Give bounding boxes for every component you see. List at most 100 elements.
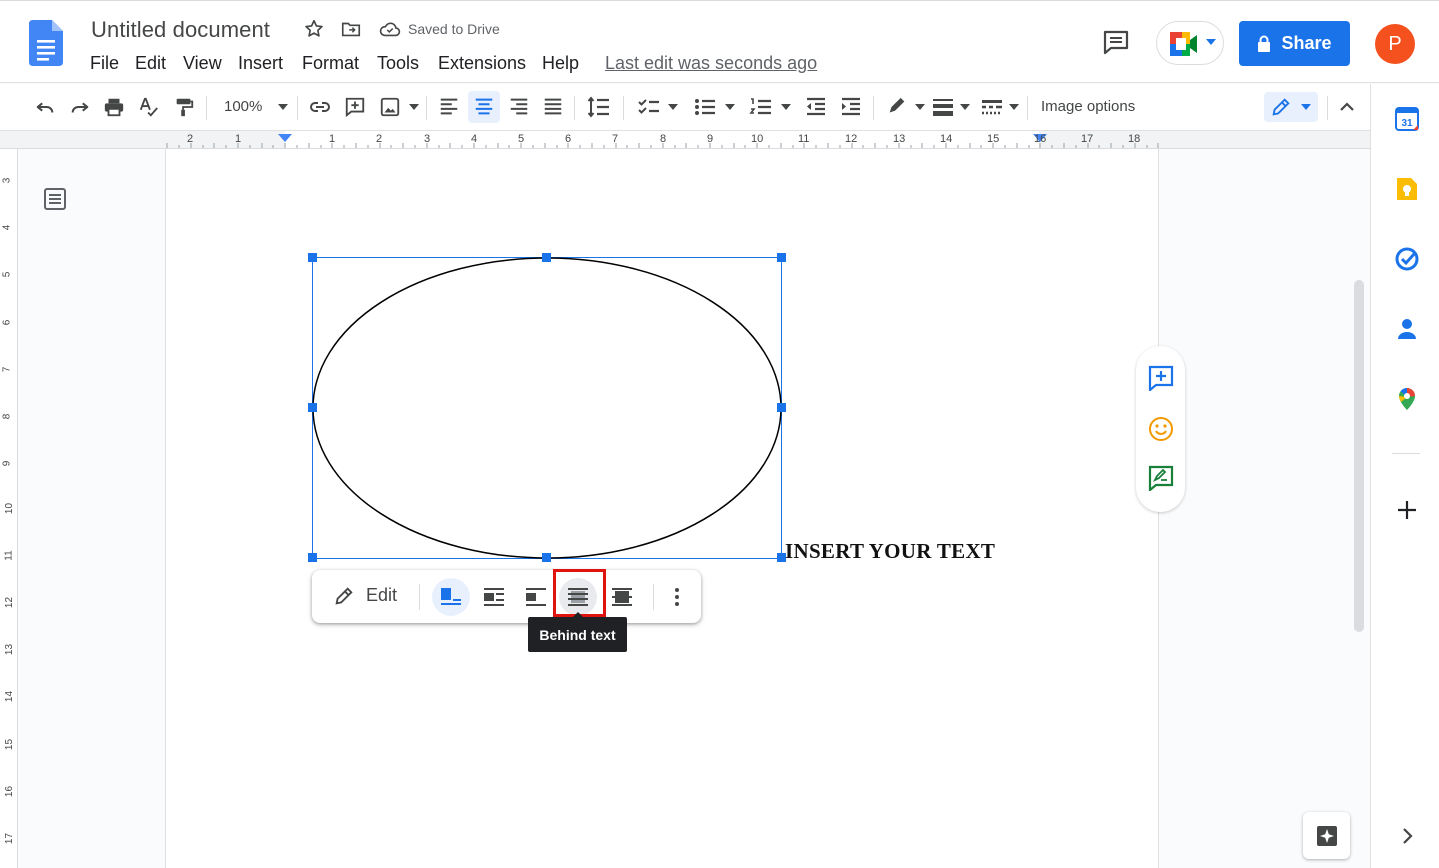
more-options-icon[interactable] — [670, 586, 684, 608]
border-weight-dropdown-icon[interactable] — [952, 94, 978, 120]
zoom-dropdown-icon[interactable] — [270, 94, 296, 120]
ruler-number: 1 — [329, 133, 336, 145]
wrap-inline-button[interactable] — [432, 578, 470, 616]
expand-panel-icon[interactable] — [1394, 823, 1420, 849]
numbered-dropdown-icon[interactable] — [773, 94, 799, 120]
emoji-reaction-icon[interactable] — [1148, 416, 1174, 442]
checklist-icon[interactable] — [636, 94, 662, 120]
menu-insert[interactable]: Insert — [238, 53, 283, 74]
menu-edit[interactable]: Edit — [135, 53, 166, 74]
ruler-number: 18 — [1128, 133, 1141, 145]
star-icon[interactable] — [303, 18, 325, 40]
toolbar-divider — [419, 584, 420, 610]
ruler-number: 5 — [1, 271, 13, 278]
paint-format-icon[interactable] — [171, 94, 197, 120]
toolbar-divider — [574, 96, 575, 120]
collapse-menus-icon[interactable] — [1334, 94, 1360, 120]
menu-file[interactable]: File — [90, 53, 119, 74]
share-button[interactable]: Share — [1239, 21, 1350, 66]
line-spacing-icon[interactable] — [586, 94, 612, 120]
ruler-number: 6 — [1, 319, 13, 326]
border-dash-dropdown-icon[interactable] — [1001, 94, 1027, 120]
insert-image-icon[interactable] — [377, 94, 403, 120]
contacts-icon[interactable] — [1394, 316, 1420, 342]
menu-extensions[interactable]: Extensions — [438, 53, 526, 74]
menu-help[interactable]: Help — [542, 53, 579, 74]
last-edit-link[interactable]: Last edit was seconds ago — [605, 53, 817, 74]
ruler-number: 13 — [4, 643, 16, 656]
document-outline-icon[interactable] — [42, 186, 68, 212]
pencil-icon — [1270, 96, 1292, 118]
ruler-number: 5 — [518, 133, 525, 145]
meet-dropdown-icon — [1206, 39, 1216, 45]
cloud-saved-icon[interactable] — [379, 20, 401, 38]
image-options-button[interactable]: Image options — [1041, 98, 1135, 115]
break-text-icon[interactable] — [526, 588, 546, 606]
ruler-number: 10 — [4, 502, 16, 515]
toolbar-divider — [873, 96, 874, 120]
toolbar-divider — [623, 96, 624, 120]
tasks-icon[interactable] — [1394, 246, 1420, 272]
maps-icon[interactable] — [1394, 386, 1420, 412]
spellcheck-icon[interactable] — [136, 94, 162, 120]
increase-indent-icon[interactable] — [838, 94, 864, 120]
tooltip: Behind text — [528, 617, 627, 652]
edit-pencil-icon[interactable] — [333, 585, 355, 607]
numbered-list-icon[interactable] — [748, 94, 774, 120]
ruler-number: 8 — [660, 133, 667, 145]
toolbar-divider — [426, 96, 427, 120]
add-comment-icon[interactable] — [342, 94, 368, 120]
align-right-icon[interactable] — [506, 94, 532, 120]
selected-ellipse-drawing[interactable] — [306, 251, 788, 565]
decrease-indent-icon[interactable] — [803, 94, 829, 120]
meet-button[interactable] — [1156, 21, 1224, 65]
calendar-icon[interactable]: 31 — [1394, 106, 1420, 132]
formatting-toolbar: 100% Image options — [0, 84, 1370, 131]
avatar[interactable]: P — [1375, 24, 1415, 64]
ruler-number: 11 — [798, 133, 810, 145]
image-dropdown-icon[interactable] — [401, 94, 427, 120]
wrap-text-icon[interactable] — [484, 588, 504, 606]
justify-icon[interactable] — [540, 94, 566, 120]
suggest-edits-icon[interactable] — [1148, 465, 1174, 491]
add-comment-icon[interactable] — [1148, 365, 1174, 391]
keep-icon[interactable] — [1394, 176, 1420, 202]
comment-history-icon[interactable] — [1102, 29, 1130, 55]
ruler-number: 4 — [471, 133, 478, 145]
align-center-icon[interactable] — [468, 91, 500, 123]
redo-icon[interactable] — [67, 94, 93, 120]
editing-mode-button[interactable] — [1264, 92, 1318, 122]
align-left-icon[interactable] — [436, 94, 462, 120]
explore-button[interactable] — [1303, 812, 1350, 859]
checklist-dropdown-icon[interactable] — [660, 94, 686, 120]
ruler-number: 11 — [3, 550, 15, 561]
scrollbar[interactable] — [1354, 280, 1364, 632]
menu-format[interactable]: Format — [302, 53, 359, 74]
edit-drawing-button[interactable]: Edit — [366, 585, 397, 606]
print-icon[interactable] — [101, 94, 127, 120]
svg-text:31: 31 — [1401, 118, 1413, 129]
in-front-of-text-icon[interactable] — [612, 588, 632, 606]
bulleted-list-icon[interactable] — [692, 94, 718, 120]
menu-tools[interactable]: Tools — [377, 53, 419, 74]
explore-icon — [1316, 825, 1337, 846]
docs-logo-icon[interactable] — [29, 20, 63, 66]
zoom-select[interactable]: 100% — [224, 98, 262, 115]
horizontal-ruler: 2 1 1 2 3 4 5 6 7 8 9 10 11 12 13 14 15 … — [0, 131, 1370, 149]
add-addon-icon[interactable] — [1394, 497, 1420, 523]
bulleted-dropdown-icon[interactable] — [717, 94, 743, 120]
move-folder-icon[interactable] — [340, 18, 362, 40]
ruler-number: 3 — [1, 177, 13, 184]
ruler-number: 16 — [4, 785, 16, 798]
ruler-number: 15 — [4, 738, 16, 751]
mode-dropdown-icon — [1301, 104, 1311, 110]
insert-link-icon[interactable] — [307, 94, 333, 120]
menu-view[interactable]: View — [183, 53, 222, 74]
vertical-ruler: 3 4 5 6 7 8 9 10 11 12 13 14 15 16 17 — [0, 149, 18, 868]
highlight-box — [553, 569, 606, 617]
document-body-text[interactable]: INSERT YOUR TEXT — [785, 539, 995, 564]
document-title[interactable]: Untitled document — [91, 17, 270, 43]
ruler-number: 14 — [940, 133, 953, 145]
ruler-number: 9 — [1, 460, 13, 467]
undo-icon[interactable] — [32, 94, 58, 120]
